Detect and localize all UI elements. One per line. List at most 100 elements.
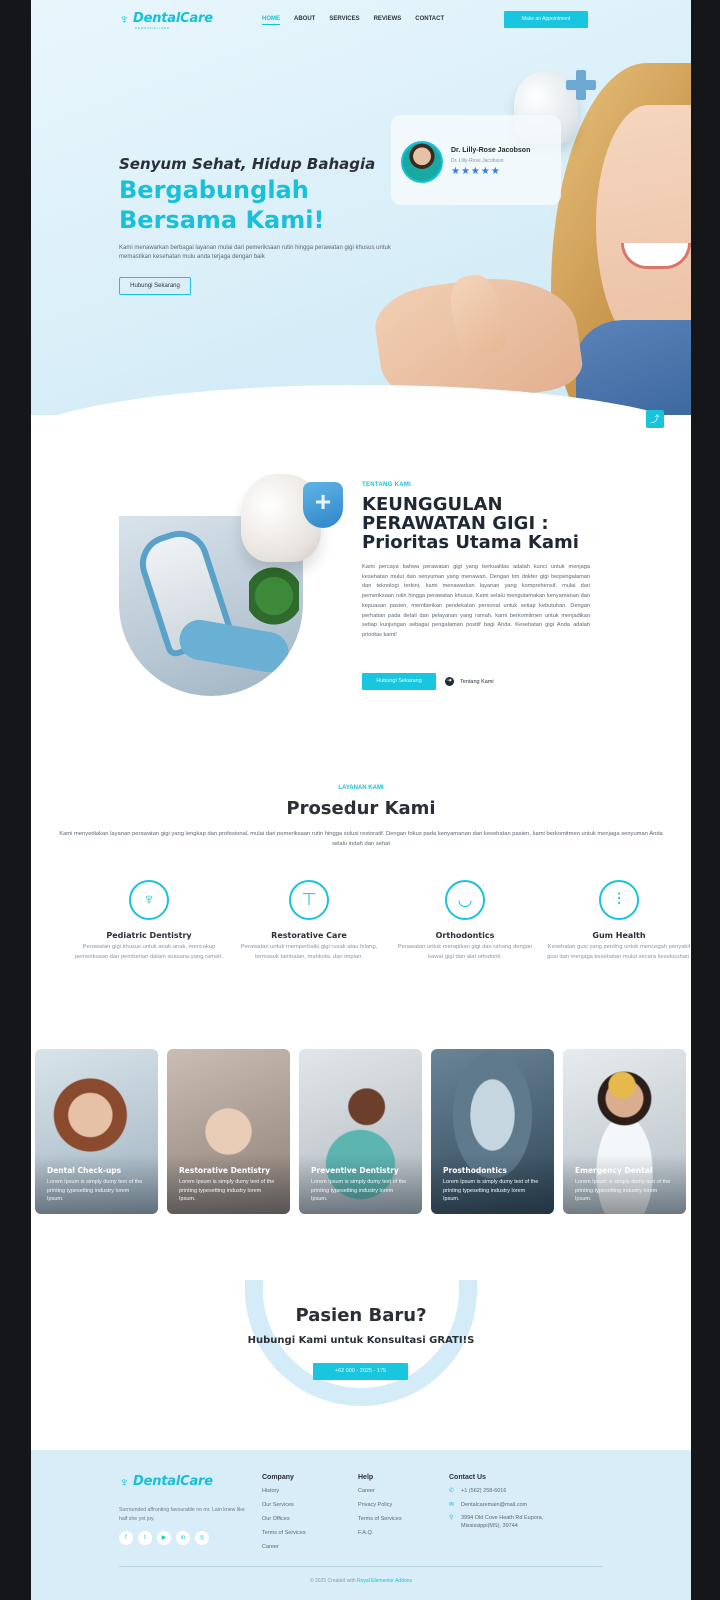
footer-link[interactable]: Career (358, 1488, 402, 1502)
instagram-icon[interactable]: ◎ (195, 1531, 209, 1545)
nav-link-about[interactable]: ABOUT (294, 16, 315, 25)
tools-icon: ⫶ (599, 880, 639, 920)
implant-icon: ⊤ (289, 880, 329, 920)
service-card[interactable]: Dental Check-ups Lorem Ipsum is simply d… (35, 1049, 158, 1214)
tooth-logo-icon: ♆ (119, 1473, 130, 1490)
brand-logo[interactable]: ♆ DentalCare (119, 11, 213, 26)
nav-link-home[interactable]: HOME (262, 16, 280, 25)
doctor-card: Dr. Lilly-Rose Jacobson Dr. Lilly-Rose J… (391, 115, 561, 205)
hero-contact-button[interactable]: Hubungi Sekarang (119, 277, 191, 295)
tooth-logo-icon: ♆ (119, 10, 130, 27)
plant-shape (249, 556, 299, 636)
twitter-icon[interactable]: t (138, 1531, 152, 1545)
tooth-icon: ♆ (129, 880, 169, 920)
phone-text: +1 (562) 258-6016 (461, 1488, 507, 1494)
page: ♆ DentalCare PERSONALISED HOME ABOUT SER… (31, 0, 691, 1600)
service-name: Gum Health (592, 931, 646, 940)
about-contact-button[interactable]: Hubungi Sekarang (362, 673, 436, 690)
service-card[interactable]: Restorative Dentistry Lorem Ipsum is sim… (167, 1049, 290, 1214)
service-text: Perawatan untuk merapikan gigi dan rahan… (397, 944, 533, 960)
footer-column-title: Contact Us (449, 1474, 486, 1481)
card-text: Lorem Ipsum is simply dumy text of the p… (311, 1179, 407, 1202)
card-title: Preventive Dentistry (311, 1166, 399, 1175)
footer-column-title: Help (358, 1474, 374, 1481)
address-text: 3994 Old Cove Heath Rd Eupora, Mississip… (461, 1515, 544, 1529)
service-item[interactable]: ⫶ Gum Health Kesehatan gusi yang penting… (544, 880, 691, 962)
services-title: Prosedur Kami (286, 798, 436, 819)
arrow-right-icon: ➜ (445, 677, 454, 686)
hero-description: Kami menawarkan berbagai layanan mulai d… (119, 245, 391, 260)
hero-subtitle: Senyum Sehat, Hidup Bahagia (119, 155, 376, 173)
service-item[interactable]: ♆ Pediatric Dentistry Perawatan gigi khu… (74, 880, 224, 962)
cta-arc-cap (245, 1282, 263, 1300)
about-more-label: Tentang Kami (460, 678, 494, 685)
footer-link[interactable]: Career (262, 1544, 306, 1558)
footer-link[interactable]: Terms of Services (358, 1516, 402, 1530)
footer-phone[interactable]: ✆ +1 (562) 258-6016 (449, 1488, 551, 1496)
nav-link-reviews[interactable]: REVIEWS (374, 16, 402, 25)
footer-link[interactable]: Privacy Policy (358, 1502, 402, 1516)
footer-company-column: Company History Our Services Our Offices… (262, 1474, 306, 1558)
about-more-link[interactable]: ➜ Tentang Kami (445, 677, 494, 686)
card-text: Lorem Ipsum is simply dumy text of the p… (443, 1179, 539, 1202)
nav-links: HOME ABOUT SERVICES REVIEWS CONTACT (262, 16, 444, 25)
linkedin-icon[interactable]: in (176, 1531, 190, 1545)
copyright-link[interactable]: Royal Elementor Addons (357, 1578, 412, 1584)
service-card[interactable]: Preventive Dentistry Lorem Ipsum is simp… (299, 1049, 422, 1214)
services-eyebrow: LAYANAN KAMI (338, 785, 384, 791)
footer-logo[interactable]: ♆ DentalCare (119, 1474, 213, 1489)
service-item[interactable]: ⊤ Restorative Care Perawatan untuk mempe… (234, 880, 384, 962)
service-name: Pediatric Dentistry (106, 931, 192, 940)
youtube-icon[interactable]: ▶ (157, 1531, 171, 1545)
location-pin-icon: ⚲ (449, 1515, 454, 1521)
footer-address: ⚲ 3994 Old Cove Heath Rd Eupora, Mississ… (449, 1515, 551, 1530)
footer-help-column: Help Career Privacy Policy Terms of Serv… (358, 1474, 402, 1544)
facebook-icon[interactable]: f (119, 1531, 133, 1545)
footer-link[interactable]: Our Services (262, 1502, 306, 1516)
nav-link-services[interactable]: SERVICES (329, 16, 359, 25)
card-title: Restorative Dentistry (179, 1166, 271, 1175)
hero-title: Bergabunglah Bersama Kami! (119, 176, 325, 234)
appointment-button[interactable]: Make an Appointment (504, 11, 588, 28)
email-text: Dentalcaremain@mail.com (461, 1501, 528, 1508)
footer-link[interactable]: Terms of Services (262, 1530, 306, 1544)
footer-link[interactable]: History (262, 1488, 306, 1502)
cta-phone-button[interactable]: +62 000 - 2025 - 175 (313, 1363, 408, 1380)
cta-title: Pasien Baru? (295, 1305, 427, 1326)
hero-section: ♆ DentalCare PERSONALISED HOME ABOUT SER… (31, 0, 691, 415)
service-item[interactable]: ◡ Orthodontics Perawatan untuk merapikan… (390, 880, 540, 962)
footer-link[interactable]: Our Offices (262, 1516, 306, 1530)
rating-stars-icon: ★★★★★ (451, 166, 501, 177)
doctor-role: Dr. Lilly-Rose Jacobson (451, 158, 504, 164)
doctor-avatar (401, 141, 443, 183)
services-description: Kami menyediakan layanan perawatan gigi … (59, 831, 663, 847)
card-text: Lorem Ipsum is simply dumy text of the p… (47, 1179, 143, 1202)
nav-link-contact[interactable]: CONTACT (415, 16, 444, 25)
copyright-text: © 2025 Created with (309, 1578, 356, 1584)
about-title: KEUNGGULAN PERAWATAN GIGI : Prioritas Ut… (362, 494, 579, 553)
cta-subtitle: Hubungi Kami untuk Konsultasi GRATI!S (247, 1335, 475, 1346)
service-card[interactable]: Emergency Dental Lorem Ipsum is simply d… (563, 1049, 686, 1214)
phone-icon: ✆ (449, 1488, 455, 1494)
brand-name: DentalCare (133, 1474, 213, 1489)
footer-column-title: Company (262, 1474, 294, 1481)
about-description: Kami percaya bahwa perawatan gigi yang b… (362, 564, 590, 638)
top-nav: ♆ DentalCare PERSONALISED HOME ABOUT SER… (31, 10, 691, 32)
footer-link[interactable]: F.A.Q. (358, 1530, 402, 1544)
service-card[interactable]: Prosthodontics Lorem Ipsum is simply dum… (431, 1049, 554, 1214)
cta-arc-cap (459, 1282, 477, 1300)
shield-plus-icon (303, 482, 343, 528)
plus-icon (566, 70, 596, 100)
card-title: Emergency Dental (575, 1166, 653, 1175)
service-text: Kesehatan gusi yang penting untuk menceg… (547, 944, 691, 960)
about-eyebrow: TENTANG KAMI (362, 482, 412, 488)
scroll-top-button[interactable]: ⤴ (646, 410, 664, 428)
service-text: Perawatan gigi khusus untuk anak-anak, m… (74, 944, 224, 960)
footer-contact-column: Contact Us ✆ +1 (562) 258-6016 ✉ Dentalc… (449, 1474, 551, 1536)
mail-icon: ✉ (449, 1501, 455, 1508)
footer: ♆ DentalCare Surrounded affronting favou… (31, 1450, 691, 1600)
footer-email[interactable]: ✉ Dentalcaremain@mail.com (449, 1502, 551, 1510)
service-text: Perawatan untuk memperbaiki gigi rusak a… (240, 944, 378, 960)
card-title: Dental Check-ups (47, 1166, 122, 1175)
footer-tagline: Surrounded affronting favourable no mr. … (119, 1507, 245, 1522)
